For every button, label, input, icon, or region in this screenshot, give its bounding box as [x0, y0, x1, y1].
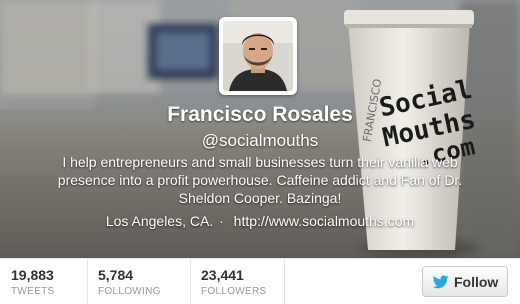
stat-followers-value: 23,441 [201, 267, 244, 283]
follow-button-label: Follow [454, 274, 499, 290]
stat-divider [284, 259, 285, 304]
stat-following[interactable]: 5,784 FOLLOWING [98, 267, 161, 297]
stat-tweets-label: TWEETS [11, 286, 55, 297]
avatar[interactable] [219, 17, 297, 95]
stat-tweets[interactable]: 19,883 TWEETS [11, 267, 54, 297]
profile-bio: I help entrepreneurs and small businesse… [57, 154, 463, 206]
follow-button[interactable]: Follow [422, 266, 508, 297]
stat-followers[interactable]: 23,441 FOLLOWERS [201, 267, 267, 297]
separator: · [219, 213, 224, 229]
profile-url-link[interactable]: http://www.socialmouths.com [234, 213, 415, 229]
profile-card: Social Mouths .com FRANCISCO Francisco R… [0, 0, 520, 304]
location-row: Los Angeles, CA. · http://www.socialmout… [0, 213, 520, 229]
profile-handle: @socialmouths [201, 131, 319, 150]
profile-header: Social Mouths .com FRANCISCO Francisco R… [0, 0, 520, 258]
profile-location: Los Angeles, CA. [105, 213, 214, 229]
stat-following-value: 5,784 [98, 267, 134, 283]
stat-divider [190, 259, 191, 304]
stat-following-label: FOLLOWING [98, 286, 161, 297]
profile-name: Francisco Rosales [167, 103, 353, 126]
stat-tweets-value: 19,883 [11, 267, 54, 283]
twitter-bird-icon [433, 275, 449, 289]
stat-divider [87, 259, 88, 304]
avatar-photo [223, 21, 293, 91]
stat-followers-label: FOLLOWERS [201, 286, 267, 297]
